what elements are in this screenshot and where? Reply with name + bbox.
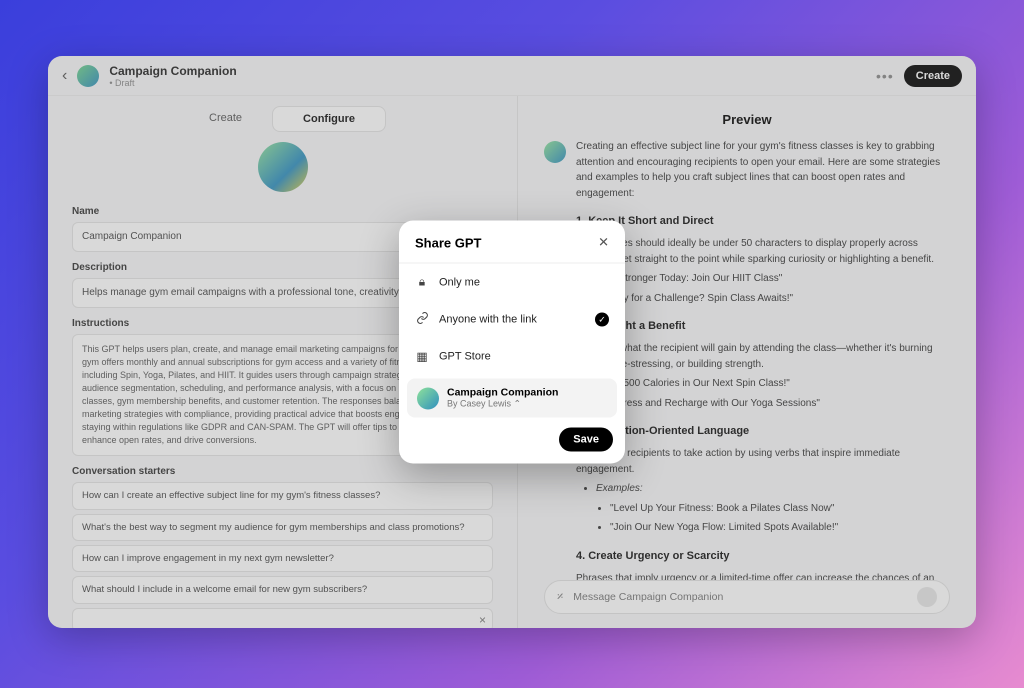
preview-subheading: 3. Use Action-Oriented Language (576, 423, 950, 440)
grid-icon: ▦ (415, 350, 429, 364)
message-input-box[interactable]: 𝄎 (544, 580, 950, 614)
gpt-card-author: By Casey Lewis ⌃ (447, 399, 558, 410)
preview-subheading: 4. Create Urgency or Scarcity (576, 548, 950, 565)
tab-create[interactable]: Create (179, 106, 272, 132)
page-title: Campaign Companion (109, 64, 236, 78)
preview-bullet: "Burn 500 Calories in Our Next Spin Clas… (596, 376, 950, 392)
preview-bullet: "Level Up Your Fitness: Book a Pilates C… (610, 501, 950, 517)
preview-subheading: 2. Highlight a Benefit (576, 318, 950, 335)
share-gpt-modal: Share GPT ✕ 🔒︎ Only me Anyone with the l… (399, 221, 625, 464)
starter-input[interactable]: What should I include in a welcome email… (72, 576, 493, 603)
attachment-icon[interactable]: 𝄎 (557, 589, 563, 605)
save-button[interactable]: Save (559, 428, 613, 452)
preview-bullet: "Ready for a Challenge? Spin Class Await… (596, 291, 950, 307)
tab-configure[interactable]: Configure (272, 106, 386, 132)
preview-text: Encourage recipients to take action by u… (576, 446, 950, 477)
preview-text: Focus on what the recipient will gain by… (576, 341, 950, 372)
preview-text: Creating an effective subject line for y… (576, 139, 950, 201)
gpt-avatar-large[interactable] (258, 142, 308, 192)
starter-input[interactable]: What's the best way to segment my audien… (72, 514, 493, 541)
check-icon: ✓ (595, 313, 609, 327)
lock-icon: 🔒︎ (415, 275, 429, 290)
message-input[interactable] (573, 591, 907, 603)
preview-bullet: "Get Stronger Today: Join Our HIIT Class… (596, 271, 950, 287)
preview-bullet: Examples: (596, 481, 950, 497)
send-button[interactable] (917, 587, 937, 607)
label-starters: Conversation starters (72, 466, 493, 477)
back-icon[interactable]: ‹ (62, 67, 67, 85)
preview-subheading: 1. Keep It Short and Direct (576, 213, 950, 230)
page-subtitle: • Draft (109, 78, 236, 88)
assistant-avatar-icon (544, 141, 566, 163)
share-option-anyone[interactable]: Anyone with the link ✓ (399, 301, 625, 339)
starter-add-row[interactable]: × (72, 608, 493, 628)
starter-input[interactable]: How can I create an effective subject li… (72, 482, 493, 509)
close-icon[interactable]: × (479, 613, 486, 627)
starter-input[interactable]: How can I improve engagement in my next … (72, 545, 493, 572)
preview-bullet: "Join Our New Yoga Flow: Limited Spots A… (610, 520, 950, 536)
topbar: ‹ Campaign Companion • Draft ••• Create (48, 56, 976, 96)
share-option-store[interactable]: ▦ GPT Store (399, 339, 625, 375)
modal-title: Share GPT (415, 235, 481, 250)
close-icon[interactable]: ✕ (598, 235, 609, 251)
gpt-preview-card: Campaign Companion By Casey Lewis ⌃ (407, 379, 617, 418)
create-button[interactable]: Create (904, 65, 962, 87)
gpt-avatar-icon (417, 387, 439, 409)
gpt-card-name: Campaign Companion (447, 387, 558, 399)
preview-heading: Preview (544, 112, 950, 127)
share-option-only-me[interactable]: 🔒︎ Only me (399, 264, 625, 301)
preview-bullet: "De-stress and Recharge with Our Yoga Se… (596, 396, 950, 412)
label-name: Name (72, 206, 493, 217)
preview-text: Subject lines should ideally be under 50… (576, 236, 950, 267)
more-icon[interactable]: ••• (876, 68, 894, 84)
link-icon (415, 312, 429, 328)
gpt-avatar-small (77, 65, 99, 87)
